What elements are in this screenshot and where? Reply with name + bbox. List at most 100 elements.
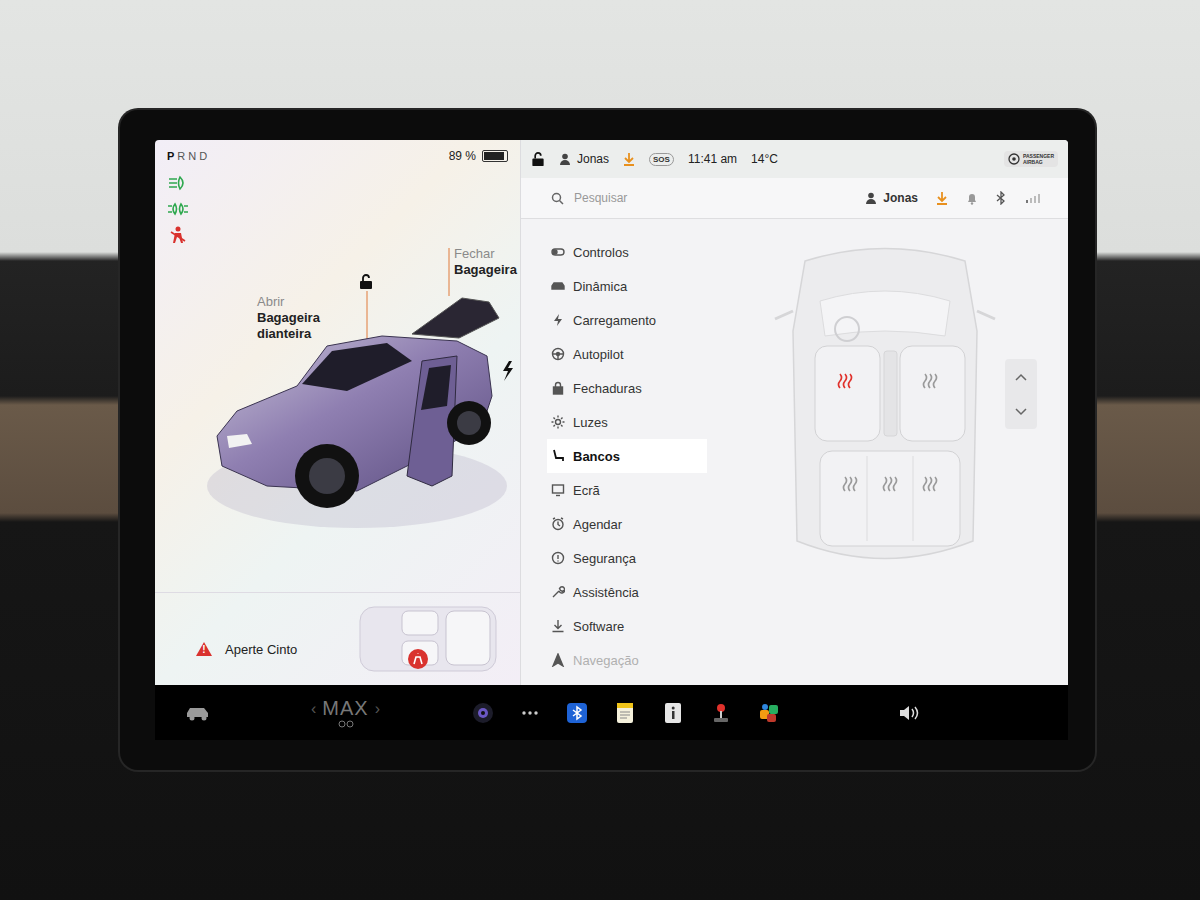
app-launcher <box>472 702 780 724</box>
wheel-icon <box>551 347 565 361</box>
headlight-icon <box>167 174 189 192</box>
download-icon[interactable] <box>623 152 635 166</box>
download-icon[interactable] <box>936 191 948 205</box>
car-panel: PRND 89 % AbrirBagageira dianteiraFecharBa… <box>155 140 520 685</box>
clock: 11:41 am <box>688 152 737 166</box>
outside-temperature: 14°C <box>751 152 778 166</box>
gear-selector: PRND <box>167 150 208 162</box>
settings-content: ControlosDinâmicaCarregamentoAutopilotFe… <box>521 219 1068 685</box>
driver-profile[interactable]: Jonas <box>559 152 609 166</box>
menu-item[interactable]: Navegação <box>547 643 707 677</box>
toggle-icon <box>551 245 565 259</box>
status-bar: Jonas SOS 11:41 am 14°C PASSENGERAIRBAG <box>521 140 1068 178</box>
chevron-down-icon[interactable] <box>1014 407 1028 417</box>
seatbelt-icon <box>167 226 189 244</box>
menu-item[interactable]: Agendar <box>547 507 707 541</box>
bluetooth-icon[interactable] <box>566 702 588 724</box>
car-stage: AbrirBagageira dianteiraFecharBagageira <box>207 166 520 592</box>
gear: R <box>177 150 186 162</box>
unlocked-icon[interactable] <box>359 274 373 290</box>
airbag-badge: PASSENGERAIRBAG <box>1004 151 1058 167</box>
car-icon <box>207 166 532 576</box>
toybox-icon[interactable] <box>758 702 780 724</box>
car-view: AbrirBagageira dianteiraFecharBagageira <box>155 166 520 592</box>
page: PRND89 %AbrirBagageira dianteiraFecharBa… <box>0 0 1200 900</box>
climate-prev[interactable]: ‹ <box>311 700 316 718</box>
battery: 89 % <box>449 149 508 163</box>
drive-status: PRND 89 % <box>155 140 520 166</box>
parklight-icon <box>167 200 189 218</box>
car-icon <box>551 279 565 293</box>
scroll-arrows <box>1005 359 1037 429</box>
menu-item[interactable]: Carregamento <box>547 303 707 337</box>
front-trunk-button[interactable]: AbrirBagageira dianteira <box>257 294 349 342</box>
dock: ‹ MAX › <box>155 685 1068 740</box>
person-icon <box>865 192 877 204</box>
alert-row: ! Aperte Cinto <box>155 592 520 685</box>
settings-panel: Jonas SOS 11:41 am 14°C PASSENGERAIRBAG Pesqu… <box>520 140 1068 685</box>
warning-icon: ! <box>195 641 213 657</box>
manual-icon[interactable] <box>662 702 684 724</box>
seat-heater-icon[interactable] <box>844 477 857 491</box>
climate-setting: MAX <box>322 697 368 720</box>
menu-item[interactable]: Controlos <box>547 235 707 269</box>
indicator-column <box>155 166 207 592</box>
wrench-icon <box>551 585 565 599</box>
gear: N <box>188 150 197 162</box>
menu-item[interactable]: Fechaduras <box>547 371 707 405</box>
seat-icon <box>551 449 565 463</box>
menu-item[interactable]: Software <box>547 609 707 643</box>
screen-bezel: PRND89 %AbrirBagageira dianteiraFecharBa… <box>120 110 1095 770</box>
notes-icon[interactable] <box>614 702 636 724</box>
menu-item[interactable]: Luzes <box>547 405 707 439</box>
seat-heater-icon[interactable] <box>839 374 852 388</box>
charge-port-icon <box>503 361 513 381</box>
sos-button[interactable]: SOS <box>649 153 674 166</box>
more-icon[interactable] <box>520 710 540 716</box>
person-icon <box>559 153 571 165</box>
nav-icon <box>551 653 565 667</box>
seat-map-icon <box>765 241 1005 571</box>
volume-icon[interactable] <box>898 704 920 722</box>
arcade-icon[interactable] <box>710 702 732 724</box>
chevron-up-icon[interactable] <box>1014 372 1028 382</box>
fan-icon <box>338 720 354 728</box>
menu-item[interactable]: Ecrã <box>547 473 707 507</box>
clock-icon <box>551 517 565 531</box>
bolt-icon <box>551 313 565 327</box>
seat-heater-icon[interactable] <box>884 477 897 491</box>
search-field[interactable]: Pesquisar <box>574 191 627 205</box>
climate-control[interactable]: ‹ MAX › <box>311 697 380 728</box>
seat-heater-icon[interactable] <box>924 477 937 491</box>
profile-button[interactable]: Jonas <box>865 191 918 205</box>
battery-reading: 89 % <box>449 149 476 163</box>
unlocked-icon[interactable] <box>531 152 545 167</box>
download-icon <box>551 619 565 633</box>
menu-item[interactable]: Bancos <box>547 439 707 473</box>
menu-item[interactable]: Autopilot <box>547 337 707 371</box>
menu-item[interactable]: Dinâmica <box>547 269 707 303</box>
seat-occupancy-icon <box>358 603 498 675</box>
seat-heater-icon[interactable] <box>924 374 937 388</box>
search-row: Pesquisar Jonas <box>521 178 1068 219</box>
seatbelt-alert: ! Aperte Cinto <box>195 641 297 657</box>
gear: D <box>199 150 208 162</box>
climate-next[interactable]: › <box>375 700 380 718</box>
settings-menu: ControlosDinâmicaCarregamentoAutopilotFe… <box>521 219 707 685</box>
menu-item[interactable]: Segurança <box>547 541 707 575</box>
menu-item[interactable]: Assistência <box>547 575 707 609</box>
signal-icon <box>1024 192 1040 204</box>
bluetooth-icon[interactable] <box>996 191 1006 205</box>
car-icon[interactable] <box>185 705 211 721</box>
sun-icon <box>551 415 565 429</box>
gear: P <box>167 150 175 162</box>
rear-trunk-button[interactable]: FecharBagageira <box>454 246 532 278</box>
search-icon <box>551 192 564 205</box>
bell-icon[interactable] <box>966 192 978 205</box>
alert-text: Aperte Cinto <box>225 642 297 657</box>
camera-icon[interactable] <box>472 702 494 724</box>
airbag-icon <box>1008 153 1020 165</box>
battery-icon <box>482 150 508 162</box>
screen-icon <box>551 483 565 497</box>
shield-icon <box>551 551 565 565</box>
